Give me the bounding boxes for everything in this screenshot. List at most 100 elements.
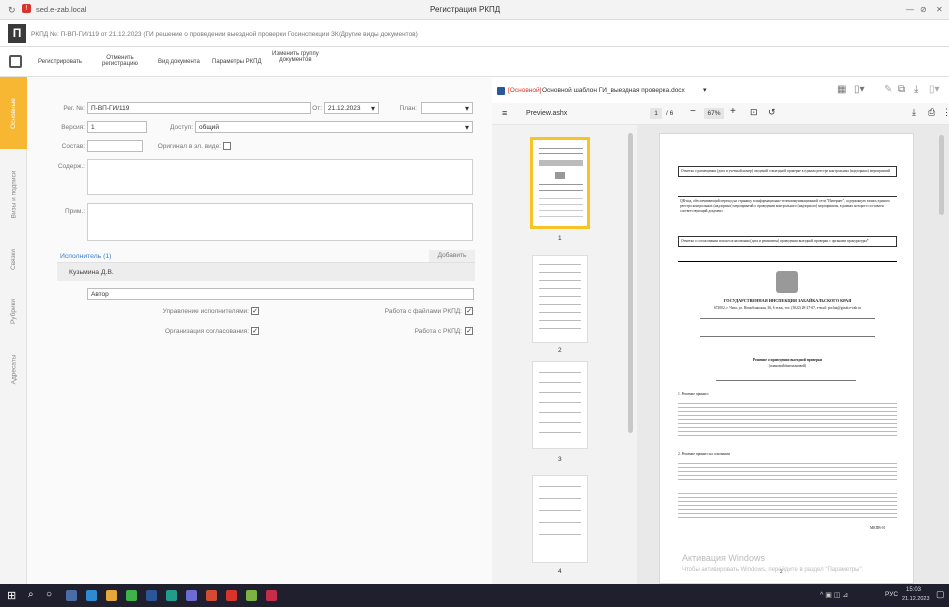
more-file-icon[interactable]: ▯▾	[929, 84, 940, 95]
doc-line-3	[716, 380, 856, 381]
app-icon-6[interactable]	[166, 590, 177, 601]
tab-visas[interactable]: Визы и подписи	[0, 149, 27, 239]
app-icon-4[interactable]	[126, 590, 137, 601]
toolbar: Регистрировать Отменить регистрацию Вид д…	[0, 47, 949, 77]
file-select[interactable]: Основной шаблон ГИ_выездная проверка.doc…	[542, 87, 685, 94]
app-icon-8[interactable]	[206, 590, 217, 601]
content-label: Содерж.:	[57, 163, 85, 170]
doc-org: ГОСУДАРСТВЕННАЯ ИНСПЕКЦИЯ ЗАБАЙКАЛЬСКОГО…	[723, 298, 852, 303]
date-label: От:	[312, 105, 322, 112]
note-textarea[interactable]	[87, 203, 473, 241]
reg-no-input[interactable]: П-ВП-ГИ/119	[87, 102, 311, 114]
fit-page-icon[interactable]: ⊡	[750, 107, 758, 118]
change-group-button[interactable]: Изменить группу документов	[272, 51, 319, 63]
doc-qr-note: QR-код, обеспечивающий переход на страни…	[678, 196, 897, 216]
more-icon[interactable]: ⋮	[942, 107, 949, 118]
reload-icon[interactable]: ↻	[8, 5, 16, 16]
browser-title-bar: ↻ ! sed.e-zab.local Регистрация РКПД — ⊘…	[0, 0, 949, 20]
thumbnail-page-2[interactable]	[532, 255, 588, 343]
app-icon-10[interactable]	[246, 590, 257, 601]
pin-icon[interactable]: ⊘	[920, 5, 927, 14]
tab-addressees-label: Адресаты	[10, 354, 18, 384]
doc-box-registry: Отметка о размещении (дата и учетный ном…	[678, 166, 897, 177]
file-work-checkbox[interactable]: ✓	[465, 307, 473, 315]
tray-icons[interactable]: ^ ▣ ◫ ⊿	[820, 591, 848, 599]
note-label: Прим.:	[65, 208, 85, 215]
access-select[interactable]: общий	[195, 121, 473, 133]
zoom-out-icon[interactable]: −	[690, 106, 696, 117]
role-input[interactable]: Автор	[87, 288, 474, 300]
download-icon[interactable]: ⤓	[914, 84, 918, 95]
file-menu-icon[interactable]: ▯▾	[854, 84, 865, 95]
org-approval-checkbox[interactable]: ✓	[251, 327, 259, 335]
language-indicator[interactable]: РУС	[885, 591, 898, 598]
doc-decision-sub: (плановой/внеплановой)	[768, 364, 807, 368]
app-icon-1[interactable]	[66, 590, 77, 601]
save-icon[interactable]: ⤓	[912, 107, 916, 118]
edit-icon[interactable]: ✎	[884, 84, 892, 95]
task-view-icon[interactable]: ○	[46, 589, 52, 600]
sign-icon[interactable]: ▦	[837, 84, 846, 95]
doc-section-2-body	[678, 460, 897, 482]
add-button[interactable]: Добавить	[429, 250, 475, 262]
app-icon-2[interactable]	[86, 590, 97, 601]
thumb-label-2: 2	[558, 347, 562, 354]
search-icon[interactable]: ⌕	[28, 589, 34, 600]
app-icon-9[interactable]	[226, 590, 237, 601]
close-icon[interactable]: ✕	[936, 5, 943, 14]
app-icon-7[interactable]	[186, 590, 197, 601]
manage-executors-checkbox[interactable]: ✓	[251, 307, 259, 315]
zoom-value[interactable]: 67%	[704, 108, 724, 119]
rotate-icon[interactable]: ↺	[768, 107, 776, 118]
org-approval-label: Организация согласования:	[164, 328, 249, 335]
version-label: Версия:	[61, 124, 85, 131]
date-picker[interactable]: 21.12.2023	[324, 102, 379, 114]
tab-links[interactable]: Связки	[0, 239, 27, 279]
tab-main[interactable]: Основные	[0, 77, 27, 149]
app-icon-3[interactable]	[106, 590, 117, 601]
zoom-in-icon[interactable]: +	[730, 106, 736, 117]
count-input[interactable]	[87, 140, 143, 152]
app-icon-5[interactable]	[146, 590, 157, 601]
menu-icon[interactable]: ≡	[502, 108, 507, 118]
page-input[interactable]: 1	[650, 108, 662, 119]
cancel-registration-button[interactable]: Отменить регистрацию	[102, 55, 138, 67]
tab-rubrics[interactable]: Рубрики	[0, 285, 27, 337]
clock-time[interactable]: 15:03	[906, 587, 921, 593]
content-textarea[interactable]	[87, 159, 473, 195]
doc-decision-title: Решение о проведении выездной проверки	[752, 358, 823, 362]
coat-of-arms-icon	[776, 271, 798, 293]
thumbnail-page-3[interactable]	[532, 361, 588, 449]
executor-header[interactable]: Исполнитель (1)	[60, 253, 111, 260]
doc-type-button[interactable]: Вид документа	[158, 59, 200, 65]
rkpd-work-checkbox[interactable]: ✓	[465, 327, 473, 335]
app-icon-11[interactable]	[266, 590, 277, 601]
print-icon[interactable]: ⎙	[928, 107, 935, 118]
url-text[interactable]: sed.e-zab.local	[36, 5, 86, 14]
tab-addressees[interactable]: Адресаты	[0, 339, 27, 399]
file-dropdown-icon[interactable]: ▾	[703, 86, 707, 94]
thumb-label-4: 4	[558, 568, 562, 575]
copy-icon[interactable]: ⧉	[898, 84, 905, 95]
page-scrollbar[interactable]	[939, 135, 944, 215]
register-icon[interactable]	[9, 55, 22, 68]
doc-section-1-body	[678, 400, 897, 436]
minimize-icon[interactable]: —	[906, 5, 914, 14]
thumbnail-page-1[interactable]	[530, 137, 590, 229]
params-button[interactable]: Параметры РКПД	[212, 59, 262, 65]
warning-icon: !	[22, 4, 31, 13]
plan-select[interactable]	[421, 102, 473, 114]
executor-row[interactable]: Кузьмина Д.В.	[57, 263, 475, 281]
original-checkbox[interactable]	[223, 142, 231, 150]
viewer-title: Preview.ashx	[526, 110, 568, 117]
thumbnail-page-4[interactable]	[532, 475, 588, 563]
doc-line-2	[700, 336, 875, 337]
file-work-check: ✓	[465, 307, 473, 315]
thumb-scrollbar[interactable]	[628, 133, 633, 433]
original-label: Оригинал в эл. виде:	[157, 143, 221, 150]
clock-date[interactable]: 21.12.2023	[902, 596, 930, 602]
notification-icon[interactable]: ▢	[936, 589, 945, 600]
version-input[interactable]: 1	[87, 121, 147, 133]
start-icon[interactable]: ⊞	[7, 589, 16, 602]
register-button[interactable]: Регистрировать	[38, 59, 82, 65]
